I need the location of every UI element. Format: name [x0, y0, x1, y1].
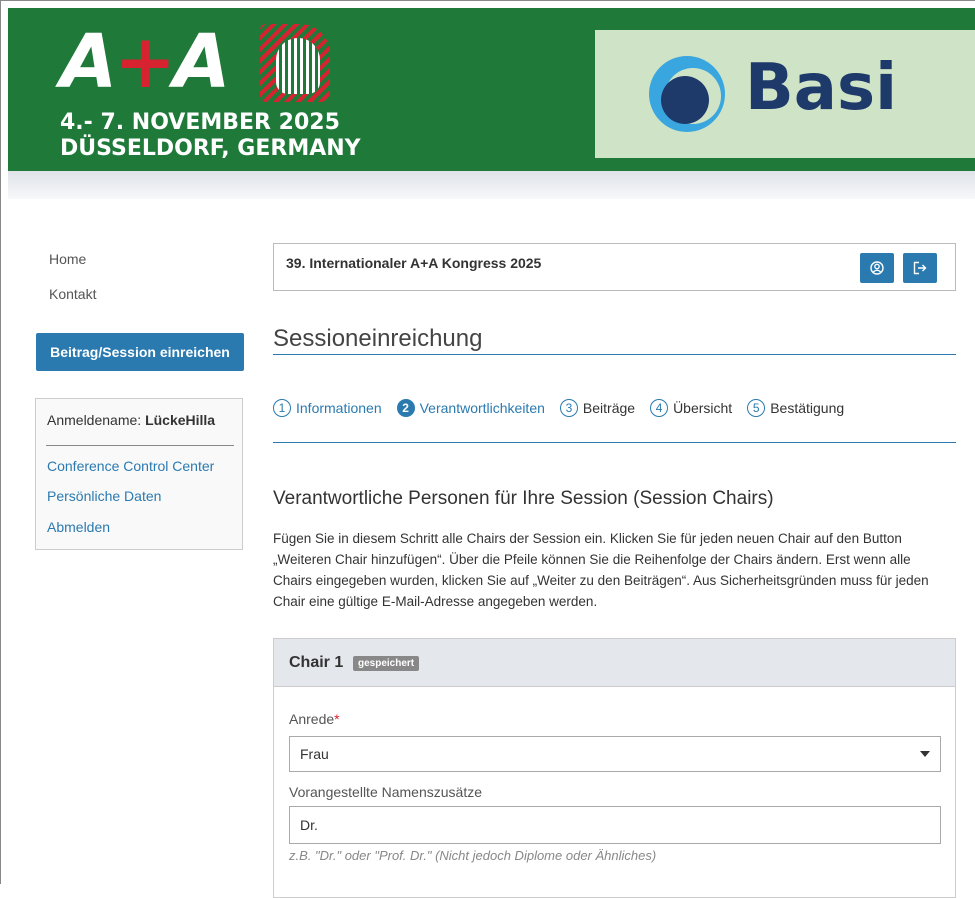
city-line: DÜSSELDORF, GERMANY	[60, 136, 361, 161]
chair-title: Chair 1	[289, 654, 344, 671]
basi-logo-icon	[649, 56, 725, 132]
event-dates: 4.- 7. NOVEMBER 2025 DÜSSELDORF, GERMANY	[60, 110, 361, 162]
step-beitraege: 3 Beiträge	[559, 399, 635, 417]
congress-bar: 39. Internationaler A+A Kongress 2025	[273, 243, 956, 291]
salutation-value: Frau	[300, 746, 329, 762]
user-panel: Anmeldename: LückeHilla Conference Contr…	[35, 398, 243, 550]
status-badge: gespeichert	[353, 656, 420, 671]
sponsor-name: Basi	[745, 51, 897, 125]
heading-rule	[273, 354, 956, 355]
steps-rule	[273, 442, 956, 443]
banner-divider	[8, 171, 975, 199]
section-heading: Verantwortliche Personen für Ihre Sessio…	[273, 488, 774, 509]
user-profile-icon	[870, 261, 884, 275]
sponsor-ad[interactable]: Basi	[595, 30, 975, 158]
required-marker: *	[334, 711, 340, 727]
chair-panel: Chair 1 gespeichert Anrede* Frau Vorange…	[273, 638, 956, 898]
logout-icon	[913, 261, 927, 275]
nav-home-link[interactable]: Home	[49, 251, 86, 267]
step-uebersicht: 4 Übersicht	[650, 399, 732, 417]
chevron-down-icon	[920, 751, 930, 757]
step-verantwortlichkeiten[interactable]: 2 Verantwortlichkeiten	[396, 399, 545, 417]
name-prefix-input[interactable]: Dr.	[289, 806, 941, 844]
salutation-select[interactable]: Frau	[289, 736, 941, 772]
salutation-label: Anrede*	[289, 711, 340, 727]
nav-contact-link[interactable]: Kontakt	[49, 286, 96, 302]
name-prefix-label: Vorangestellte Namenszusätze	[289, 784, 482, 800]
aa-logo: A+A	[60, 19, 231, 105]
head-logo-icon	[260, 24, 330, 102]
name-prefix-hint: z.B. "Dr." oder "Prof. Dr." (Nicht jedoc…	[289, 848, 657, 863]
page-title: Sessioneinreichung	[273, 325, 483, 352]
chair-panel-header: Chair 1 gespeichert	[274, 639, 955, 687]
login-name: LückeHilla	[145, 412, 216, 428]
name-prefix-value: Dr.	[300, 817, 318, 833]
date-line: 4.- 7. NOVEMBER 2025	[60, 110, 340, 135]
section-description: Fügen Sie in diesem Schritt alle Chairs …	[273, 531, 929, 609]
personal-data-link[interactable]: Persönliche Daten	[47, 488, 161, 504]
conference-control-center-link[interactable]: Conference Control Center	[47, 458, 214, 474]
submit-session-button[interactable]: Beitrag/Session einreichen	[36, 333, 244, 371]
step-informationen[interactable]: 1 Informationen	[273, 399, 382, 417]
divider	[46, 445, 234, 446]
event-banner[interactable]: A+A 4.- 7. NOVEMBER 2025 DÜSSELDORF, GER…	[8, 8, 975, 171]
user-profile-button[interactable]	[860, 253, 894, 283]
login-label: Anmeldename:	[47, 412, 142, 428]
logout-button[interactable]	[903, 253, 937, 283]
login-name-row: Anmeldename: LückeHilla	[47, 412, 215, 428]
logout-link[interactable]: Abmelden	[47, 519, 110, 535]
congress-title: 39. Internationaler A+A Kongress 2025	[286, 255, 542, 271]
step-indicator: 1 Informationen 2 Verantwortlichkeiten 3 Be…	[273, 396, 859, 420]
step-bestaetigung: 5 Bestätigung	[747, 399, 844, 417]
